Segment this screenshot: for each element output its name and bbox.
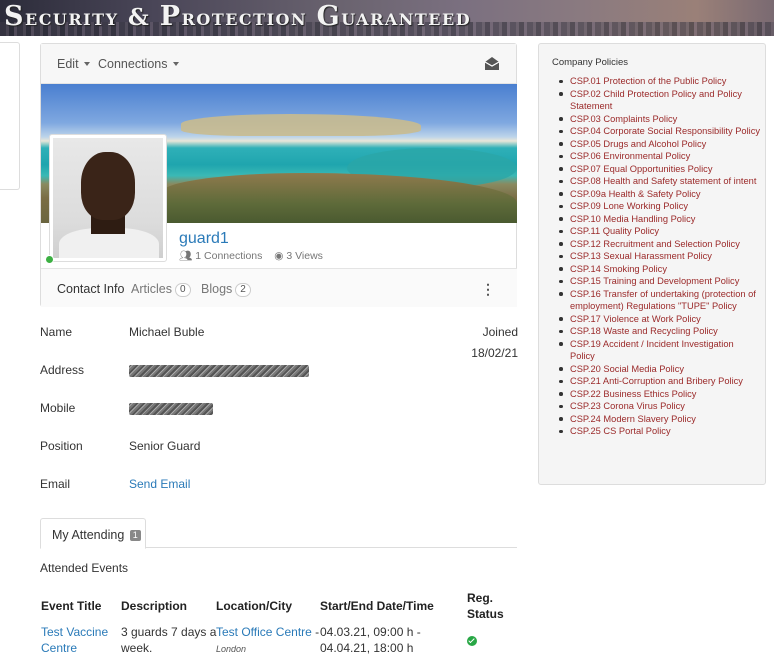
col-location: Location/City — [216, 599, 293, 613]
policy-list: CSP.01 Protection of the Public Policy CS… — [559, 75, 760, 438]
company-policies-panel: Company Policies CSP.01 Protection of th… — [538, 43, 766, 485]
send-email-link[interactable]: Send Email — [129, 477, 190, 491]
address-value-redacted — [129, 363, 309, 377]
policy-link[interactable]: CSP.25 CS Portal Policy — [559, 425, 760, 438]
tab-my-attending[interactable]: My Attending 1 — [40, 518, 146, 549]
caret-down-icon — [172, 62, 179, 66]
policy-link[interactable]: CSP.07 Equal Opportunities Policy — [559, 163, 760, 176]
policy-link[interactable]: CSP.23 Corona Virus Policy — [559, 400, 760, 413]
col-description: Description — [121, 599, 188, 613]
attended-events-heading: Attended Events — [40, 561, 129, 575]
blogs-count-badge: 2 — [235, 283, 251, 297]
col-reg: Reg. — [467, 591, 494, 605]
site-title[interactable]: Security & Protection Guaranteed — [4, 1, 471, 32]
policy-link[interactable]: CSP.09a Health & Safety Policy — [559, 188, 760, 201]
policy-link[interactable]: CSP.05 Drugs and Alcohol Policy — [559, 138, 760, 151]
articles-count-badge: 0 — [174, 283, 191, 297]
location-link[interactable]: Test Office Centre — [216, 625, 312, 639]
policy-link[interactable]: CSP.18 Waste and Recycling Policy — [559, 325, 760, 338]
event-title-link[interactable]: Test Vaccine Centre — [41, 624, 108, 656]
profile-tabs: Contact Info Articles 0 Blogs 2 ⋮ — [41, 268, 517, 307]
policy-link[interactable]: CSP.03 Complaints Policy — [559, 113, 760, 126]
policy-link[interactable]: CSP.10 Media Handling Policy — [559, 213, 760, 226]
avatar[interactable] — [49, 134, 167, 262]
site-banner: Security & Protection Guaranteed — [0, 0, 774, 36]
attending-count-badge: 1 — [129, 530, 141, 541]
policy-link[interactable]: CSP.02 Child Protection Policy and Polic… — [559, 88, 760, 113]
policy-link[interactable]: CSP.04 Corporate Social Responsibility P… — [559, 125, 760, 138]
event-description: 3 guards 7 days a week. — [121, 625, 217, 655]
event-city: London — [216, 644, 247, 654]
caret-down-icon — [84, 62, 91, 66]
eye-icon: ◉ — [274, 250, 284, 262]
online-status-icon — [45, 255, 54, 264]
policy-link[interactable]: CSP.17 Violence at Work Policy — [559, 313, 760, 326]
policy-link[interactable]: CSP.15 Training and Development Policy — [559, 275, 760, 288]
tab-blogs[interactable]: Blogs 2 — [201, 282, 251, 297]
views-count: 3 Views — [286, 250, 323, 262]
users-icon: 👥︎ — [179, 250, 193, 262]
check-circle-icon — [467, 636, 477, 646]
tab-contact-info[interactable]: Contact Info — [57, 282, 124, 296]
policy-link[interactable]: CSP.16 Transfer of undertaking (protecti… — [559, 288, 760, 313]
policies-title: Company Policies — [552, 57, 629, 68]
avatar-photo — [53, 138, 163, 258]
policy-link[interactable]: CSP.19 Accident / Incident Investigation… — [559, 338, 760, 363]
tab-articles[interactable]: Articles 0 — [131, 282, 191, 297]
policy-link[interactable]: CSP.14 Smoking Policy — [559, 263, 760, 276]
attending-tabs: My Attending 1 — [40, 518, 517, 549]
policy-link[interactable]: CSP.06 Environmental Policy — [559, 150, 760, 163]
policy-link[interactable]: CSP.24 Modern Slavery Policy — [559, 413, 760, 426]
col-event-title: Event Title — [41, 599, 102, 613]
envelope-open-icon[interactable] — [484, 56, 500, 71]
policy-link[interactable]: CSP.22 Business Ethics Policy — [559, 388, 760, 401]
connections-count: 1 Connections — [195, 250, 263, 262]
event-location: Test Office Centre - London — [216, 625, 320, 654]
policy-link[interactable]: CSP.13 Sexual Harassment Policy — [559, 250, 760, 263]
name-value: Michael Buble — [129, 325, 205, 339]
profile-card: Edit Connections guard1 👥︎ 1 Connections… — [40, 43, 517, 307]
left-sidebar-panel — [0, 42, 20, 190]
profile-meta: 👥︎ 1 Connections ◉ 3 Views — [179, 249, 323, 262]
policy-link[interactable]: CSP.01 Protection of the Public Policy — [559, 75, 760, 88]
position-value: Senior Guard — [129, 439, 201, 453]
policy-link[interactable]: CSP.20 Social Media Policy — [559, 363, 760, 376]
col-date-time: Start/End Date/Time — [320, 599, 434, 613]
policy-link[interactable]: CSP.12 Recruitment and Selection Policy — [559, 238, 760, 251]
profile-toolbar: Edit Connections — [41, 44, 516, 84]
policy-link[interactable]: CSP.08 Health and Safety statement of in… — [559, 175, 760, 188]
event-datetime: 04.03.21, 09:00 h - 04.04.21, 18:00 h — [320, 625, 421, 655]
more-options-icon[interactable]: ⋮ — [481, 281, 495, 298]
profile-username[interactable]: guard1 — [179, 230, 229, 248]
col-status: Status — [467, 607, 504, 621]
joined-info: Joined 18/02/21 — [471, 325, 518, 360]
edit-dropdown[interactable]: Edit — [57, 57, 91, 71]
policy-link[interactable]: CSP.21 Anti-Corruption and Bribery Polic… — [559, 375, 760, 388]
policy-link[interactable]: CSP.09 Lone Working Policy — [559, 200, 760, 213]
policy-link[interactable]: CSP.11 Quality Policy — [559, 225, 760, 238]
connections-dropdown[interactable]: Connections — [98, 57, 179, 71]
mobile-value-redacted — [129, 401, 213, 415]
